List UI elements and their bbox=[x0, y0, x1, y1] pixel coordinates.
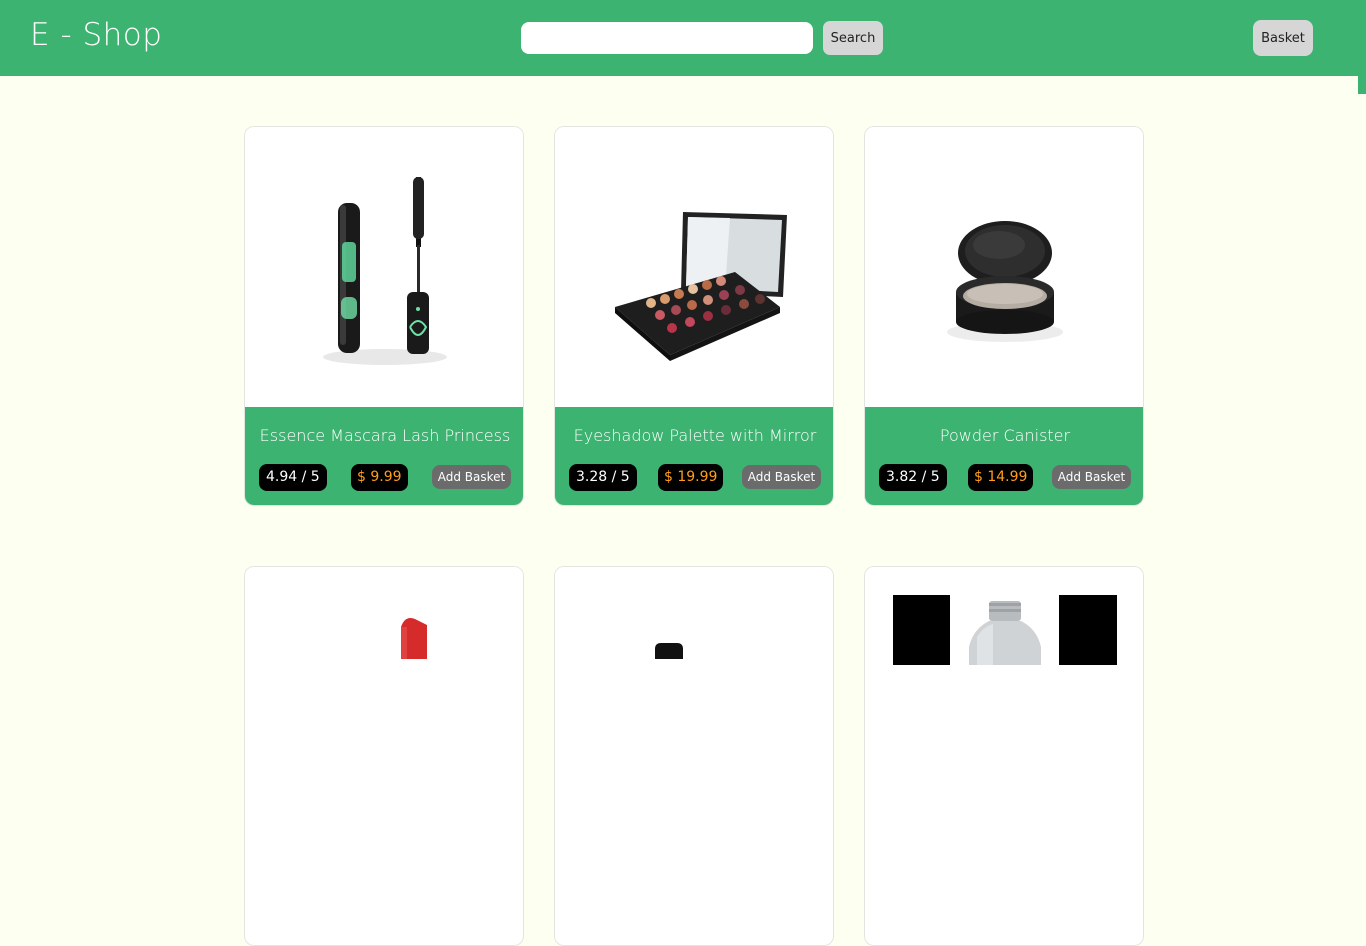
add-basket-button[interactable]: Add Basket bbox=[742, 465, 821, 489]
basket-button[interactable]: Basket bbox=[1253, 20, 1313, 56]
product-card[interactable]: Eyeshadow Palette with Mirror 3.28 / 5 $… bbox=[554, 126, 834, 506]
product-card[interactable] bbox=[244, 566, 524, 946]
product-price: $ 14.99 bbox=[968, 464, 1034, 491]
add-basket-button[interactable]: Add Basket bbox=[432, 465, 511, 489]
product-card[interactable]: Essence Mascara Lash Princess 4.94 / 5 $… bbox=[244, 126, 524, 506]
product-info: Essence Mascara Lash Princess 4.94 / 5 $… bbox=[245, 407, 523, 505]
search-input[interactable] bbox=[521, 22, 813, 54]
scrollbar-thumb[interactable] bbox=[1358, 76, 1366, 94]
product-info: Powder Canister 3.82 / 5 $ 14.99 Add Bas… bbox=[865, 407, 1143, 505]
product-image-nail-polish[interactable] bbox=[555, 567, 833, 847]
add-basket-button[interactable]: Add Basket bbox=[1052, 465, 1131, 489]
product-price: $ 19.99 bbox=[658, 464, 724, 491]
product-title[interactable]: Essence Mascara Lash Princess bbox=[245, 426, 523, 445]
product-card[interactable] bbox=[864, 566, 1144, 946]
product-rating: 4.94 / 5 bbox=[259, 464, 327, 491]
product-price: $ 9.99 bbox=[351, 464, 408, 491]
product-info: Eyeshadow Palette with Mirror 3.28 / 5 $… bbox=[555, 407, 833, 505]
logo[interactable]: E - Shop bbox=[30, 17, 162, 53]
product-title[interactable]: Eyeshadow Palette with Mirror bbox=[555, 426, 833, 445]
product-rating: 3.82 / 5 bbox=[879, 464, 947, 491]
product-image-powder-canister[interactable] bbox=[865, 127, 1143, 407]
product-card[interactable]: Powder Canister 3.82 / 5 $ 14.99 Add Bas… bbox=[864, 126, 1144, 506]
product-image-red-lipstick[interactable] bbox=[245, 567, 523, 847]
product-image-eyeshadow-palette[interactable] bbox=[555, 127, 833, 407]
product-image-mascara[interactable] bbox=[245, 127, 523, 407]
product-rating: 3.28 / 5 bbox=[569, 464, 637, 491]
product-card[interactable] bbox=[554, 566, 834, 946]
product-title[interactable]: Powder Canister bbox=[865, 426, 1143, 445]
search-button[interactable]: Search bbox=[823, 21, 883, 55]
header: E - Shop Search Basket bbox=[0, 0, 1366, 76]
product-image-perfume-bottle[interactable] bbox=[865, 567, 1143, 847]
